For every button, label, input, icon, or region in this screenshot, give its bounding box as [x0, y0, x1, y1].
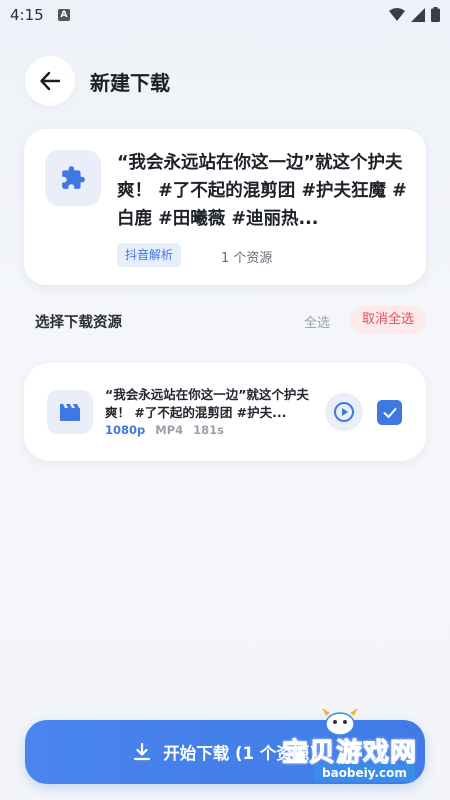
battery-icon	[431, 7, 440, 22]
resource-meta: 1080p MP4 181s	[105, 423, 224, 437]
select-all-button[interactable]: 全选	[304, 312, 330, 331]
status-time: 4:15	[10, 6, 44, 24]
signal-icon	[411, 7, 425, 22]
section-title: 选择下载资源	[35, 315, 122, 331]
status-icons	[389, 7, 440, 22]
page-title: 新建下载	[90, 71, 170, 95]
play-circle-icon	[334, 402, 354, 422]
clapperboard-icon	[60, 404, 80, 421]
preview-button[interactable]	[325, 393, 363, 431]
resource-checkbox[interactable]	[377, 400, 402, 425]
notification-badge: A	[58, 9, 70, 21]
wifi-icon	[389, 7, 405, 21]
parse-info-card: “我会永远站在你这一边”就这个护夫爽！ #了不起的混剪团 #护夫狂魔 #白鹿 #…	[24, 129, 426, 285]
check-icon	[383, 407, 396, 418]
resource-format: MP4	[155, 423, 184, 437]
source-badge: 抖音解析	[117, 243, 182, 267]
resource-quality: 1080p	[105, 423, 146, 437]
video-title: “我会永远站在你这一边”就这个护夫爽！ #了不起的混剪团 #护夫狂魔 #白鹿 #…	[117, 153, 407, 229]
resource-count: 1 个资源	[221, 251, 273, 266]
status-bar: 4:15 A	[0, 0, 450, 32]
download-icon	[134, 743, 151, 761]
back-button[interactable]	[25, 56, 75, 106]
puzzle-icon	[62, 166, 85, 189]
watermark: 宝贝游戏网 baobeiy.com	[270, 700, 450, 800]
video-tile	[47, 390, 93, 434]
watermark-url: baobeiy.com	[314, 764, 415, 782]
plugin-tile	[45, 150, 101, 206]
deselect-all-button[interactable]: 取消全选	[350, 306, 427, 334]
resource-item[interactable]: “我会永远站在你这一边”就这个护夫爽！ #了不起的混剪团 #护夫... 1080…	[24, 363, 426, 461]
resource-duration: 181s	[193, 423, 224, 437]
resource-title: “我会永远站在你这一边”就这个护夫爽！ #了不起的混剪团 #护夫...	[105, 387, 309, 420]
arrow-left-icon	[40, 71, 61, 91]
